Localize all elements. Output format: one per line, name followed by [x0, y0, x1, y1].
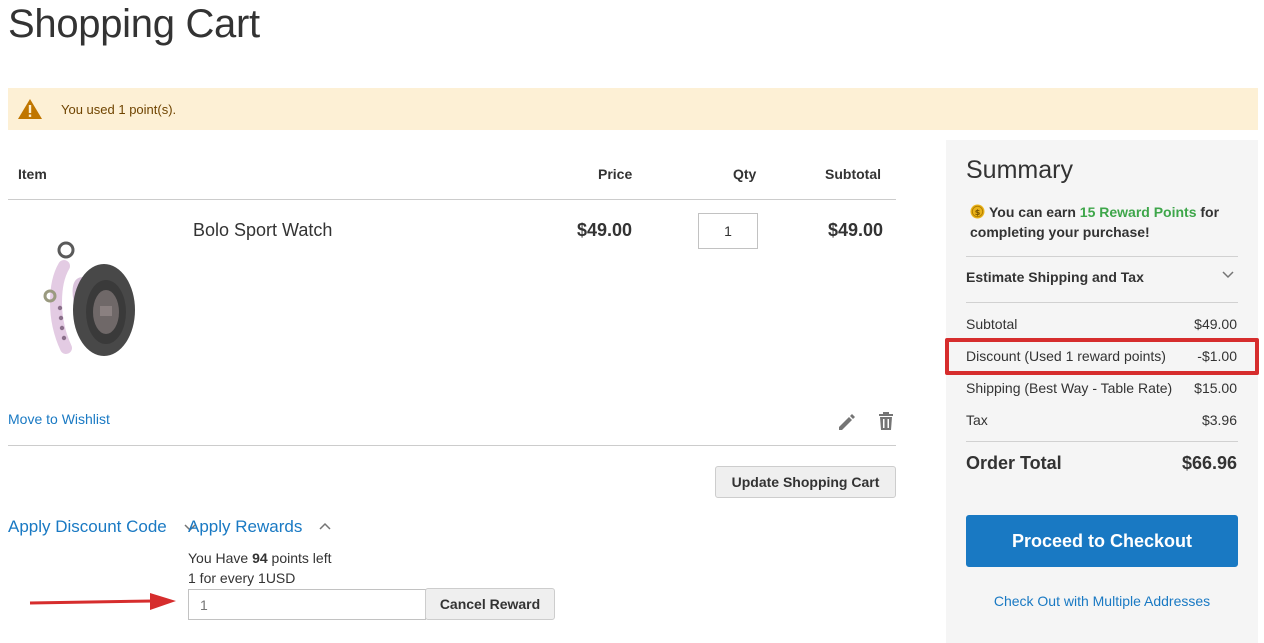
points-left-prefix: You Have [188, 550, 253, 566]
trash-icon[interactable] [876, 411, 896, 431]
estimate-shipping-toggle[interactable]: Estimate Shipping and Tax [966, 269, 1144, 285]
item-subtotal: $49.00 [828, 220, 884, 240]
subtotal-label: Subtotal [966, 316, 1018, 332]
header-subtotal: Subtotal [825, 166, 881, 182]
product-image[interactable] [36, 238, 140, 370]
earn-points: 15 Reward Points [1079, 204, 1197, 220]
reward-points-input[interactable] [188, 589, 426, 620]
coin-icon: $ [970, 204, 985, 219]
points-left-value: 94 [252, 550, 268, 566]
earn-prefix: You can earn [989, 204, 1080, 220]
highlight-box-annotation [945, 338, 1259, 375]
header-qty: Qty [733, 166, 757, 182]
summary-panel: Summary $ You can earn 15 Reward Points … [946, 140, 1258, 643]
item-divider [8, 445, 896, 446]
tax-label: Tax [966, 412, 988, 428]
item-price: $49.00 [577, 220, 633, 240]
page-title: Shopping Cart [8, 2, 260, 46]
multi-address-checkout-link[interactable]: Check Out with Multiple Addresses [946, 593, 1258, 609]
points-left-suffix: points left [267, 550, 332, 566]
notice-text: You used 1 point(s). [61, 101, 177, 117]
warning-triangle-icon [18, 99, 42, 119]
reward-rate-text: 1 for every 1USD [188, 570, 296, 586]
shipping-value: $15.00 [1194, 380, 1237, 396]
apply-rewards-toggle[interactable]: Apply Rewards [188, 517, 331, 537]
order-total-value: $66.96 [1181, 453, 1237, 473]
red-arrow-annotation [29, 593, 176, 610]
tax-value: $3.96 [1201, 412, 1237, 428]
order-total-label: Order Total [966, 453, 1062, 473]
proceed-to-checkout-button[interactable]: Proceed to Checkout [966, 515, 1238, 567]
earn-points-message: $ You can earn 15 Reward Points for comp… [970, 202, 1250, 242]
summary-title: Summary [966, 156, 1073, 184]
summary-divider [966, 256, 1238, 257]
edit-pencil-icon[interactable] [836, 412, 856, 432]
summary-divider [966, 441, 1238, 442]
qty-input[interactable] [698, 213, 758, 249]
apply-discount-label: Apply Discount Code [8, 517, 167, 536]
chevron-up-icon [319, 522, 331, 530]
svg-text:$: $ [975, 208, 981, 217]
shipping-label: Shipping (Best Way - Table Rate) [966, 380, 1173, 396]
subtotal-value: $49.00 [1194, 316, 1237, 332]
summary-divider [966, 302, 1238, 303]
header-price: Price [598, 166, 633, 182]
cancel-reward-button[interactable]: Cancel Reward [425, 588, 555, 620]
product-name[interactable]: Bolo Sport Watch [193, 220, 332, 241]
header-item: Item [18, 166, 47, 182]
update-cart-button[interactable]: Update Shopping Cart [715, 466, 896, 498]
table-divider [8, 199, 896, 200]
points-left-text: You Have 94 points left [188, 550, 332, 566]
apply-discount-toggle[interactable]: Apply Discount Code [8, 517, 196, 537]
notice-message: You used 1 point(s). [8, 88, 1258, 130]
move-to-wishlist-link[interactable]: Move to Wishlist [8, 411, 110, 427]
apply-rewards-label: Apply Rewards [188, 517, 303, 536]
chevron-down-icon[interactable] [1222, 271, 1234, 279]
